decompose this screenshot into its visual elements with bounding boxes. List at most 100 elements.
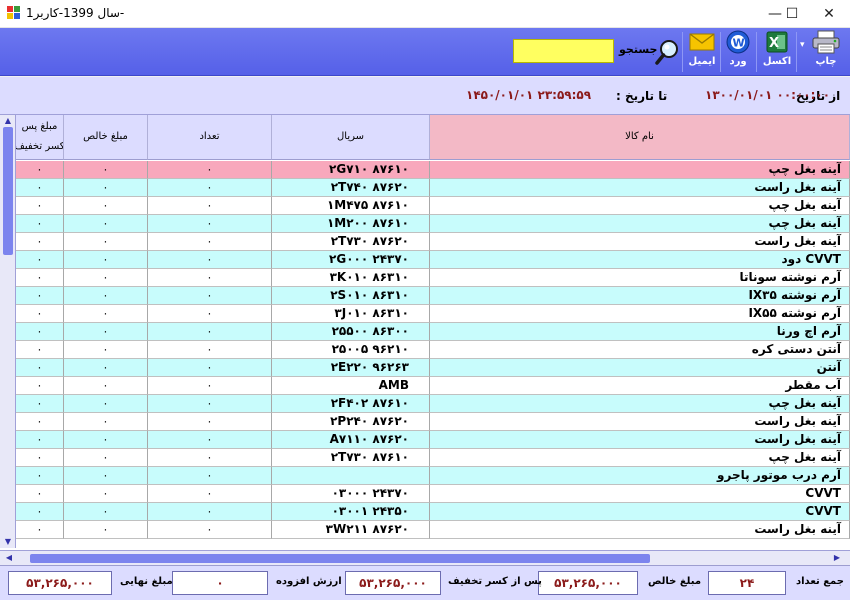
print-dropdown-icon[interactable]: ▾ xyxy=(800,40,805,50)
cell-net-amount[interactable]: ۰ xyxy=(64,377,148,395)
cell-net-amount[interactable]: ۰ xyxy=(64,395,148,413)
cell-name[interactable]: آرم درب موتور پاجرو xyxy=(430,467,850,485)
cell-count[interactable]: ۰ xyxy=(148,251,272,269)
cell-count[interactable]: ۰ xyxy=(148,467,272,485)
table-row[interactable]: آنتن دستی کره ۹۶۲۱۰ ۲۵۰۰۵ ۰ ۰ ۰ xyxy=(16,341,850,359)
table-row[interactable]: آینه بغل راست A۷۱۱۰ ۸۷۶۲۰ ۰ ۰ ۰ xyxy=(16,431,850,449)
cell-count[interactable]: ۰ xyxy=(148,503,272,521)
close-button[interactable]: ✕ xyxy=(812,0,846,28)
email-button[interactable]: ایمیل xyxy=(684,30,720,74)
cell-net-amount[interactable]: ۰ xyxy=(64,269,148,287)
table-row[interactable]: آینه بغل راست ۸۷۶۲۰ ۲T۷۳۰ ۰ ۰ ۰ xyxy=(16,233,850,251)
cell-net-after-discount[interactable]: ۰ xyxy=(16,269,64,287)
table-row[interactable]: آینه بغل چپ ۸۷۶۱۰ ۲G۷۱۰ ۰ ۰ ۰ xyxy=(16,161,850,179)
cell-name[interactable]: آینه بغل راست xyxy=(430,521,850,539)
cell-serial[interactable]: ۲۴۳۷۰ ۲G۰۰۰ xyxy=(272,251,430,269)
cell-name[interactable]: آینه بغل راست xyxy=(430,413,850,431)
cell-serial[interactable]: ۸۶۳۱۰ ۳K۰۱۰ xyxy=(272,269,430,287)
cell-serial[interactable]: ۸۶۳۱۰ ۳J۰۱۰ xyxy=(272,305,430,323)
cell-serial[interactable]: ۸۷۶۲۰ ۲P۲۴۰ xyxy=(272,413,430,431)
scroll-down-icon[interactable]: ▼ xyxy=(3,537,13,547)
cell-serial[interactable]: ۸۷۶۱۰ ۱M۲۰۰ xyxy=(272,215,430,233)
cell-net-after-discount[interactable]: ۰ xyxy=(16,503,64,521)
cell-net-after-discount[interactable]: ۰ xyxy=(16,251,64,269)
cell-net-after-discount[interactable]: ۰ xyxy=(16,413,64,431)
word-button[interactable]: W ورد xyxy=(722,30,754,74)
table-row[interactable]: CVVT دود ۲۴۳۷۰ ۲G۰۰۰ ۰ ۰ ۰ xyxy=(16,251,850,269)
table-row[interactable]: آینه بغل چپ ۸۷۶۱۰ ۲F۴۰۲ ۰ ۰ ۰ xyxy=(16,395,850,413)
magnifier-icon[interactable] xyxy=(654,38,680,66)
table-row[interactable]: آینه بغل راست ۸۷۶۲۰ ۲P۲۴۰ ۰ ۰ ۰ xyxy=(16,413,850,431)
column-header-name[interactable]: نام کالا xyxy=(430,115,850,160)
column-header-serial[interactable]: سریال xyxy=(272,115,430,160)
cell-net-amount[interactable]: ۰ xyxy=(64,341,148,359)
cell-serial[interactable]: A۷۱۱۰ ۸۷۶۲۰ xyxy=(272,431,430,449)
vertical-scroll-thumb[interactable] xyxy=(3,127,13,255)
cell-net-after-discount[interactable]: ۰ xyxy=(16,521,64,539)
cell-net-after-discount[interactable]: ۰ xyxy=(16,377,64,395)
cell-net-after-discount[interactable]: ۰ xyxy=(16,467,64,485)
cell-name[interactable]: آنتن دستی کره xyxy=(430,341,850,359)
cell-count[interactable]: ۰ xyxy=(148,233,272,251)
cell-serial[interactable]: ۸۷۶۲۰ ۲T۷۳۰ xyxy=(272,233,430,251)
cell-name[interactable]: آینه بغل چپ xyxy=(430,449,850,467)
table-row[interactable]: آنتن ۹۶۲۶۳ ۲E۲۲۰ ۰ ۰ ۰ xyxy=(16,359,850,377)
cell-count[interactable]: ۰ xyxy=(148,323,272,341)
cell-net-amount[interactable]: ۰ xyxy=(64,503,148,521)
table-row[interactable]: آینه بغل راست ۸۷۶۲۰ ۲T۷۴۰ ۰ ۰ ۰ xyxy=(16,179,850,197)
table-row[interactable]: آینه بغل راست ۸۷۶۲۰ ۳W۲۱۱ ۰ ۰ ۰ xyxy=(16,521,850,539)
to-date-value[interactable]: ۱۴۵۰/۰۱/۰۱ ۲۳:۵۹:۵۹ xyxy=(466,88,591,102)
cell-count[interactable]: ۰ xyxy=(148,179,272,197)
cell-net-amount[interactable]: ۰ xyxy=(64,449,148,467)
column-header-net-after-discount[interactable]: مبلغ پس کسر تخفیف xyxy=(16,115,64,160)
cell-serial[interactable]: ۸۷۶۱۰ ۱M۴۷۵ xyxy=(272,197,430,215)
horizontal-scrollbar[interactable]: ◀ ▶ xyxy=(0,550,850,565)
table-row[interactable]: آب مقطر AMB ۰ ۰ ۰ xyxy=(16,377,850,395)
print-button[interactable]: چاپ xyxy=(806,30,846,74)
cell-serial[interactable]: ۸۷۶۱۰ ۲G۷۱۰ xyxy=(272,161,430,179)
cell-net-after-discount[interactable]: ۰ xyxy=(16,395,64,413)
table-row[interactable]: آرم درب موتور پاجرو ۰ ۰ ۰ xyxy=(16,467,850,485)
cell-serial[interactable]: ۹۶۲۱۰ ۲۵۰۰۵ xyxy=(272,341,430,359)
cell-net-after-discount[interactable]: ۰ xyxy=(16,449,64,467)
cell-name[interactable]: آب مقطر xyxy=(430,377,850,395)
maximize-button[interactable]: ☐ xyxy=(775,0,809,28)
cell-net-amount[interactable]: ۰ xyxy=(64,359,148,377)
table-row[interactable]: آرم اچ ورنا ۸۶۳۰۰ ۲۵۵۰۰ ۰ ۰ ۰ xyxy=(16,323,850,341)
scroll-right-icon[interactable]: ▶ xyxy=(832,553,842,563)
table-row[interactable]: آینه بغل چپ ۸۷۶۱۰ ۱M۴۷۵ ۰ ۰ ۰ xyxy=(16,197,850,215)
scroll-left-icon[interactable]: ◀ xyxy=(4,553,14,563)
cell-count[interactable]: ۰ xyxy=(148,431,272,449)
cell-net-amount[interactable]: ۰ xyxy=(64,161,148,179)
cell-net-after-discount[interactable]: ۰ xyxy=(16,323,64,341)
cell-name[interactable]: CVVT xyxy=(430,503,850,521)
cell-count[interactable]: ۰ xyxy=(148,485,272,503)
cell-serial[interactable]: ۹۶۲۶۳ ۲E۲۲۰ xyxy=(272,359,430,377)
cell-count[interactable]: ۰ xyxy=(148,287,272,305)
column-header-count[interactable]: تعداد xyxy=(148,115,272,160)
cell-name[interactable]: آنتن xyxy=(430,359,850,377)
cell-count[interactable]: ۰ xyxy=(148,449,272,467)
cell-count[interactable]: ۰ xyxy=(148,377,272,395)
cell-name[interactable]: آینه بغل چپ xyxy=(430,395,850,413)
cell-count[interactable]: ۰ xyxy=(148,341,272,359)
table-row[interactable]: CVVT ۲۴۳۷۰ ۰۳۰۰۰ ۰ ۰ ۰ xyxy=(16,485,850,503)
cell-name[interactable]: CVVT xyxy=(430,485,850,503)
column-header-net-amount[interactable]: مبلغ خالص xyxy=(64,115,148,160)
scroll-up-icon[interactable]: ▲ xyxy=(3,116,13,126)
cell-name[interactable]: CVVT دود xyxy=(430,251,850,269)
cell-net-amount[interactable]: ۰ xyxy=(64,413,148,431)
from-date-value[interactable]: ۱۳۰۰/۰۱/۰۱ ۰۰:۰۰:۰۰ xyxy=(705,88,830,102)
cell-net-amount[interactable]: ۰ xyxy=(64,179,148,197)
cell-name[interactable]: آینه بغل راست xyxy=(430,179,850,197)
table-row[interactable]: آینه بغل چپ ۸۷۶۱۰ ۱M۲۰۰ ۰ ۰ ۰ xyxy=(16,215,850,233)
cell-name[interactable]: آینه بغل چپ xyxy=(430,215,850,233)
cell-net-after-discount[interactable]: ۰ xyxy=(16,161,64,179)
cell-serial[interactable]: ۸۷۶۱۰ ۲T۷۳۰ xyxy=(272,449,430,467)
cell-serial[interactable]: ۸۷۶۲۰ ۳W۲۱۱ xyxy=(272,521,430,539)
cell-serial[interactable] xyxy=(272,467,430,485)
vertical-scrollbar[interactable]: ▲ ▼ xyxy=(0,115,16,548)
cell-name[interactable]: آرم نوشته IX۳۵ xyxy=(430,287,850,305)
table-row[interactable]: آرم نوشته IX۵۵ ۸۶۳۱۰ ۳J۰۱۰ ۰ ۰ ۰ xyxy=(16,305,850,323)
cell-count[interactable]: ۰ xyxy=(148,359,272,377)
